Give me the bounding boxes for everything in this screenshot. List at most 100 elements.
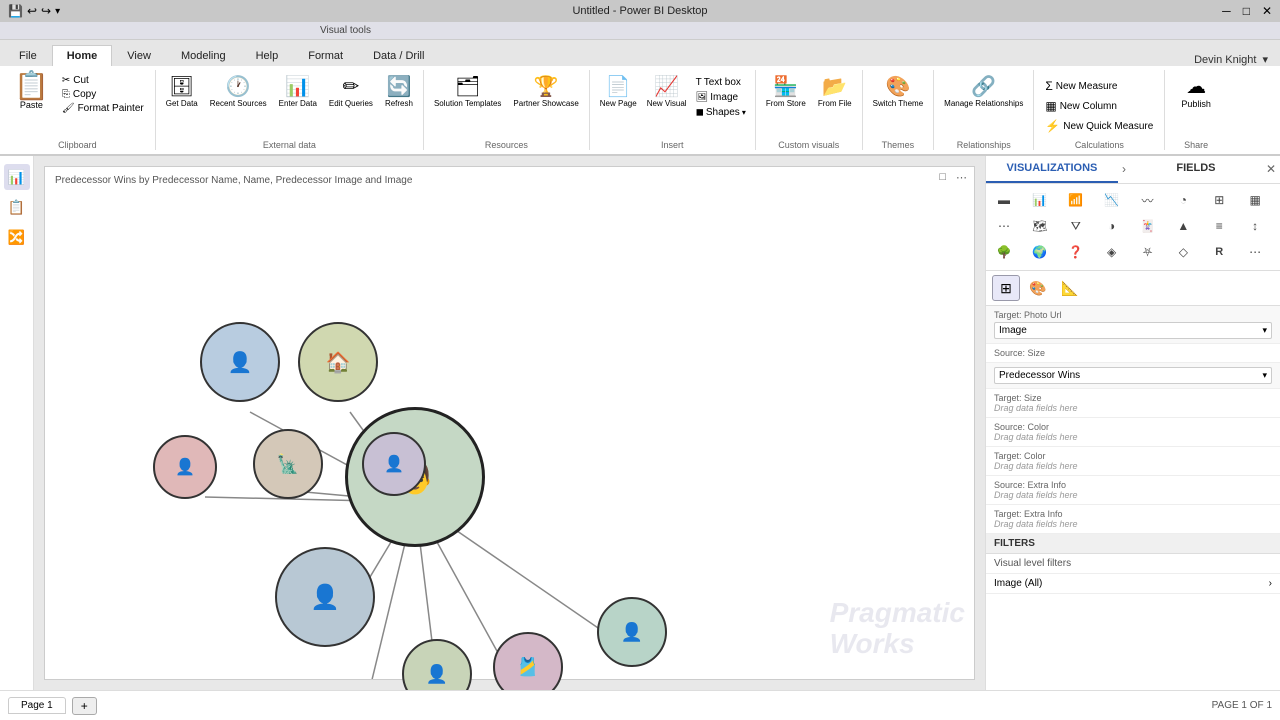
source-size-label: Source: Size (994, 348, 1272, 358)
viz-kpi[interactable]: ▲ (1169, 214, 1197, 238)
node-5[interactable]: 🗽 (253, 429, 323, 499)
save-icon[interactable]: 💾 (8, 4, 23, 18)
canvas-more-icon[interactable]: ⋯ (953, 171, 970, 184)
viz-fields-btn[interactable]: ⊞ (992, 275, 1020, 301)
page-tab-1[interactable]: Page 1 (8, 697, 66, 714)
viz-gauge[interactable]: ◑ (1098, 214, 1126, 238)
manage-relationships-button[interactable]: 🔗 Manage Relationships (940, 72, 1027, 110)
viz-custom-3[interactable]: ◇ (1169, 240, 1197, 264)
node-2[interactable]: 🏠 (298, 322, 378, 402)
text-box-button[interactable]: T Text box (693, 76, 749, 89)
from-file-button[interactable]: 📂 From File (814, 72, 856, 110)
close-btn[interactable]: ✕ (1262, 4, 1272, 18)
viz-stacked-col[interactable]: 📶 (1062, 188, 1090, 212)
viz-pie[interactable]: ◔ (1169, 188, 1197, 212)
tab-home[interactable]: Home (52, 45, 113, 66)
paste-button[interactable]: 📋 Paste (8, 70, 55, 112)
report-view-icon[interactable]: 📊 (4, 164, 30, 190)
viz-scatter[interactable]: ⋯ (990, 214, 1018, 238)
new-measure-button[interactable]: Σ New Measure (1042, 77, 1156, 95)
data-view-icon[interactable]: 📋 (4, 194, 30, 220)
maximize-btn[interactable]: □ (1243, 4, 1250, 18)
tab-help[interactable]: Help (241, 45, 294, 66)
window-title: Untitled - Power BI Desktop (572, 5, 707, 17)
viz-card[interactable]: 🃏 (1134, 214, 1162, 238)
node-10[interactable]: 👤 (597, 597, 667, 667)
ribbon-section-share: ☁ Publish Share (1165, 70, 1227, 150)
viz-decomp[interactable]: 🌳 (990, 240, 1018, 264)
tab-view[interactable]: View (112, 45, 166, 66)
edit-queries-button[interactable]: ✏ Edit Queries (325, 72, 377, 110)
viz-custom-1[interactable]: ◈ (1098, 240, 1126, 264)
viz-format-btn[interactable]: 🎨 (1024, 275, 1052, 301)
predecessor-wins-selector[interactable]: Predecessor Wins ▾ (994, 367, 1272, 384)
fields-close-icon[interactable]: ✕ (1262, 156, 1280, 183)
minimize-btn[interactable]: ─ (1222, 4, 1231, 18)
partner-showcase-button[interactable]: 🏆 Partner Showcase (509, 72, 582, 110)
external-data-label: External data (162, 138, 417, 150)
solution-templates-button[interactable]: 🗂 Solution Templates (430, 72, 505, 110)
viz-stacked-bar[interactable]: ▬ (990, 188, 1018, 212)
format-painter-button[interactable]: 🖌 Format Painter (59, 102, 147, 115)
user-menu-icon[interactable]: ▾ (1262, 53, 1268, 66)
canvas[interactable]: □ ⋯ Predecessor Wins by Predecessor Name… (44, 166, 975, 680)
viz-fill-map[interactable]: 🌍 (1026, 240, 1054, 264)
statusbar: Page 1 + PAGE 1 OF 1 (0, 690, 1280, 720)
qa-dropdown-icon[interactable]: ▾ (55, 6, 60, 17)
calculations-label: Calculations (1042, 138, 1156, 150)
viz-clustered-bar[interactable]: 📊 (1026, 188, 1054, 212)
node-8[interactable]: 🎽 (493, 632, 563, 690)
new-quick-measure-button[interactable]: ⚡ New Quick Measure (1042, 117, 1156, 135)
tab-format[interactable]: Format (293, 45, 358, 66)
resources-label: Resources (430, 138, 583, 150)
get-data-button[interactable]: 🗄 Get Data (162, 72, 202, 110)
viz-slicer[interactable]: ≡ (1205, 214, 1233, 238)
refresh-button[interactable]: 🔄 Refresh (381, 72, 417, 110)
node-3[interactable]: 👤 (362, 432, 426, 496)
viz-area[interactable]: 〰 (1134, 188, 1162, 212)
node-1[interactable]: 👤 (200, 322, 280, 402)
viz-more[interactable]: ⋯ (1241, 240, 1269, 264)
target-photo-url-label: Target: Photo Url (994, 310, 1272, 320)
from-store-button[interactable]: 🏪 From Store (762, 72, 810, 110)
copy-button[interactable]: ⎘ Copy (59, 88, 147, 101)
cut-button[interactable]: ✂ Cut (59, 74, 147, 87)
new-visual-button[interactable]: 📈 New Visual (643, 72, 691, 110)
image-filter[interactable]: Image (All) › (986, 574, 1280, 594)
switch-theme-button[interactable]: 🎨 Switch Theme (869, 72, 928, 110)
tab-visualizations[interactable]: VISUALIZATIONS (986, 156, 1118, 183)
tab-data-drill[interactable]: Data / Drill (358, 45, 439, 66)
enter-data-button[interactable]: 📊 Enter Data (275, 72, 321, 110)
new-column-button[interactable]: ▦ New Column (1042, 97, 1156, 115)
model-view-icon[interactable]: 🔀 (4, 224, 30, 250)
undo-icon[interactable]: ↩ (27, 4, 37, 18)
viz-line[interactable]: 📉 (1098, 188, 1126, 212)
recent-sources-button[interactable]: 🕐 Recent Sources (206, 72, 271, 110)
image-field-selector[interactable]: Image ▾ (994, 322, 1272, 339)
viz-matrix[interactable]: ▦ (1241, 188, 1269, 212)
new-page-button[interactable]: 📄 New Page (596, 72, 641, 110)
target-extra-info-label: Target: Extra Info (994, 509, 1272, 519)
viz-analytics-btn[interactable]: 📐 (1056, 275, 1084, 301)
viz-expand-icon[interactable]: › (1118, 156, 1130, 183)
add-page-btn[interactable]: + (72, 697, 97, 715)
tab-modeling[interactable]: Modeling (166, 45, 241, 66)
redo-icon[interactable]: ↪ (41, 4, 51, 18)
shapes-button[interactable]: ◼ Shapes ▾ (693, 106, 749, 119)
publish-button[interactable]: ☁ Publish (1173, 72, 1219, 111)
viz-waterfall[interactable]: ↕ (1241, 214, 1269, 238)
viz-table[interactable]: ⊞ (1205, 188, 1233, 212)
image-button[interactable]: 🖼 Image (693, 91, 749, 104)
node-6[interactable]: 👤 (275, 547, 375, 647)
viz-funnel[interactable]: ⛛ (1062, 214, 1090, 238)
viz-custom-2[interactable]: ⛧ (1134, 240, 1162, 264)
node-7[interactable]: 👤 (402, 639, 472, 690)
tab-fields[interactable]: FIELDS (1130, 156, 1262, 183)
node-4[interactable]: 👤 (153, 435, 217, 499)
tab-file[interactable]: File (4, 45, 52, 66)
cut-icon: ✂ (62, 75, 70, 86)
viz-map[interactable]: 🗺 (1026, 214, 1054, 238)
viz-r-script[interactable]: R (1205, 240, 1233, 264)
canvas-expand-icon[interactable]: □ (936, 171, 949, 184)
viz-qa[interactable]: ❓ (1062, 240, 1090, 264)
